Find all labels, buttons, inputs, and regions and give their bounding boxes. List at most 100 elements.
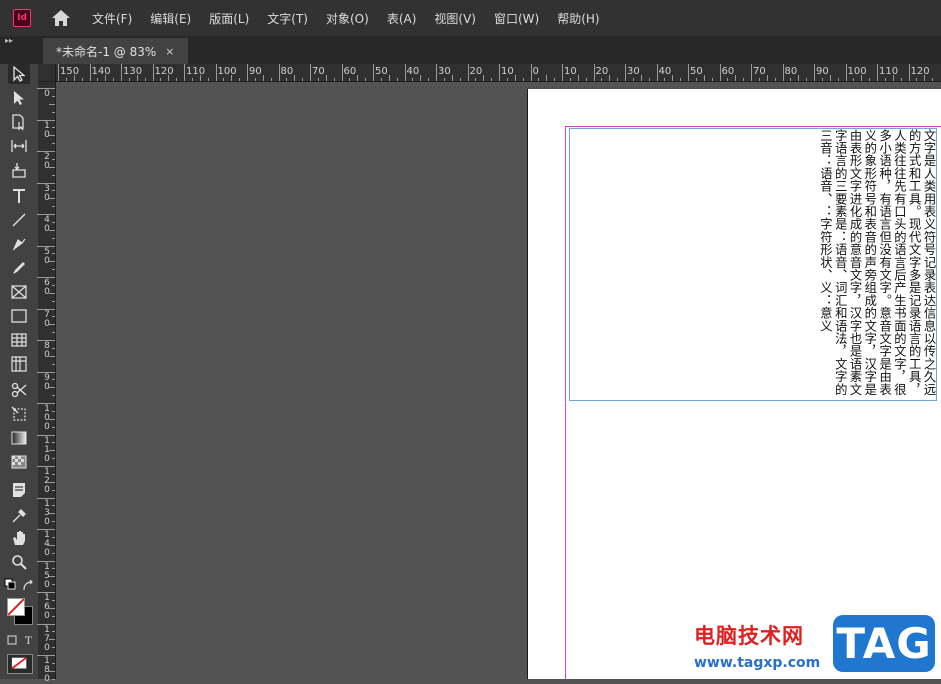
ruler-major-tick [247,64,248,81]
svg-text:T: T [25,636,32,646]
page-tool-icon[interactable] [8,112,30,132]
document-tab-bar: ▸▸ *未命名-1 @ 83% × [0,36,941,64]
ruler-minor-tick [727,78,729,81]
table-tool-icon[interactable] [8,330,30,350]
scissors-tool-icon[interactable] [8,380,30,400]
ruler-minor-tick [52,552,55,554]
menu-object[interactable]: 对象(O) [317,10,378,27]
ruler-major-tick [373,64,374,81]
ruler-minor-tick [52,111,55,113]
watermark-url: www.tagxp.com [694,655,821,671]
formatting-affects-icon[interactable]: T [6,634,36,646]
ruler-major-tick [719,64,721,81]
ruler-minor-tick [632,78,634,81]
collapse-panels-icon[interactable]: ▸▸ [5,36,13,45]
ruler-minor-tick [52,143,55,145]
ruler-minor-tick [286,78,288,81]
ruler-label: 40 [658,66,672,77]
ruler-minor-tick [357,75,359,81]
ruler-minor-tick [798,75,800,81]
default-colors-icon[interactable] [4,578,16,590]
close-tab-icon[interactable]: × [165,45,174,58]
rectangle-frame-tool-icon[interactable] [8,282,30,302]
zoom-tool-icon[interactable] [8,552,30,572]
ruler-minor-tick [491,78,493,81]
vertical-text-frame[interactable]: 文字是人类用表义符号记录表达信息以传之久远的方式和工具。现代文字多是记录语言的工… [569,128,937,401]
ruler-label: 140 [44,530,50,558]
indesign-app-icon: Id [13,9,31,27]
hand-tool-icon[interactable] [8,528,30,548]
ruler-minor-tick [538,78,540,81]
ruler-minor-tick [52,473,55,475]
ruler-minor-tick [333,78,335,81]
ruler-minor-tick [837,78,839,81]
home-icon[interactable] [51,9,71,27]
ruler-minor-tick [514,75,516,81]
pen-tool-icon[interactable] [8,234,30,254]
ruler-minor-tick [52,190,55,192]
ruler-label: 100 [217,66,237,77]
ruler-label: 120 [154,66,174,77]
grid-table-tool-icon[interactable] [8,354,30,374]
ruler-label: 100 [44,404,50,432]
menu-layout[interactable]: 版面(L) [200,10,258,27]
rectangle-tool-icon[interactable] [8,306,30,326]
menu-help[interactable]: 帮助(H) [548,10,608,27]
ruler-minor-tick [52,442,55,444]
ruler-minor-tick [585,78,587,81]
document-tab-title: *未命名-1 @ 83% [56,44,157,59]
ruler-major-tick [530,64,532,81]
gradient-swatch-tool-icon[interactable] [8,428,30,448]
ruler-major-tick [499,64,500,81]
horizontal-ruler[interactable]: 150 140 130 120 110 100 90 80 70 60 50 40 30 20 10 0 10 2… [56,64,941,82]
ruler-minor-tick [380,78,382,81]
ruler-minor-tick [113,78,115,81]
ruler-major-tick [782,64,784,81]
ruler-minor-tick [664,78,666,81]
pencil-tool-icon[interactable] [8,258,30,278]
ruler-minor-tick [522,78,524,81]
ruler-major-tick [688,64,689,81]
menu-view[interactable]: 视图(V) [425,10,485,27]
type-tool-icon[interactable] [8,186,30,206]
document-tab[interactable]: *未命名-1 @ 83% × [43,38,188,64]
direct-selection-tool-icon[interactable] [8,88,30,108]
ruler-minor-tick [317,78,319,81]
ruler-major-tick [404,64,406,81]
ruler-major-tick [751,64,752,81]
ruler-major-tick [58,64,59,81]
vertical-ruler[interactable]: 0 10 20 30 40 50 60 70 80 90 100 110 120 130 140 150 160… [37,82,56,684]
content-collector-icon[interactable] [8,160,30,180]
line-tool-icon[interactable] [8,210,30,230]
eyedropper-tool-icon[interactable] [8,506,30,526]
fill-swatch[interactable] [7,598,25,616]
ruler-major-tick [215,64,217,81]
ruler-label: 0 [532,66,539,77]
body-text[interactable]: 文字是人类用表义符号记录表达信息以传之久远的方式和工具。现代文字多是记录语言的工… [818,129,936,402]
ruler-minor-tick [388,75,390,81]
ruler-label: 50 [44,246,50,266]
ruler-minor-tick [52,206,55,208]
ruler-major-tick [89,64,91,81]
ruler-label: 20 [44,152,50,171]
ruler-minor-tick [52,584,55,586]
selection-tool-icon[interactable] [8,64,30,84]
free-transform-tool-icon[interactable] [8,404,30,424]
menu-window[interactable]: 窗口(W) [485,10,548,27]
swap-colors-icon[interactable] [22,580,34,592]
gradient-feather-tool-icon[interactable] [8,452,30,472]
ruler-label: 150 [60,66,80,77]
menu-table[interactable]: 表(A) [378,10,426,27]
menu-edit[interactable]: 编辑(E) [141,10,200,27]
ruler-origin[interactable] [38,64,56,82]
note-tool-icon[interactable] [8,480,30,500]
ruler-label: 140 [91,66,111,77]
gap-tool-icon[interactable] [8,136,30,156]
ruler-label: 30 [44,183,50,203]
ruler-minor-tick [695,78,697,81]
ruler-major-tick [467,64,469,81]
menu-file[interactable]: 文件(F) [83,10,141,27]
menu-type[interactable]: 文字(T) [258,10,317,27]
ruler-minor-tick [52,127,55,129]
apply-none-button[interactable] [7,654,33,674]
